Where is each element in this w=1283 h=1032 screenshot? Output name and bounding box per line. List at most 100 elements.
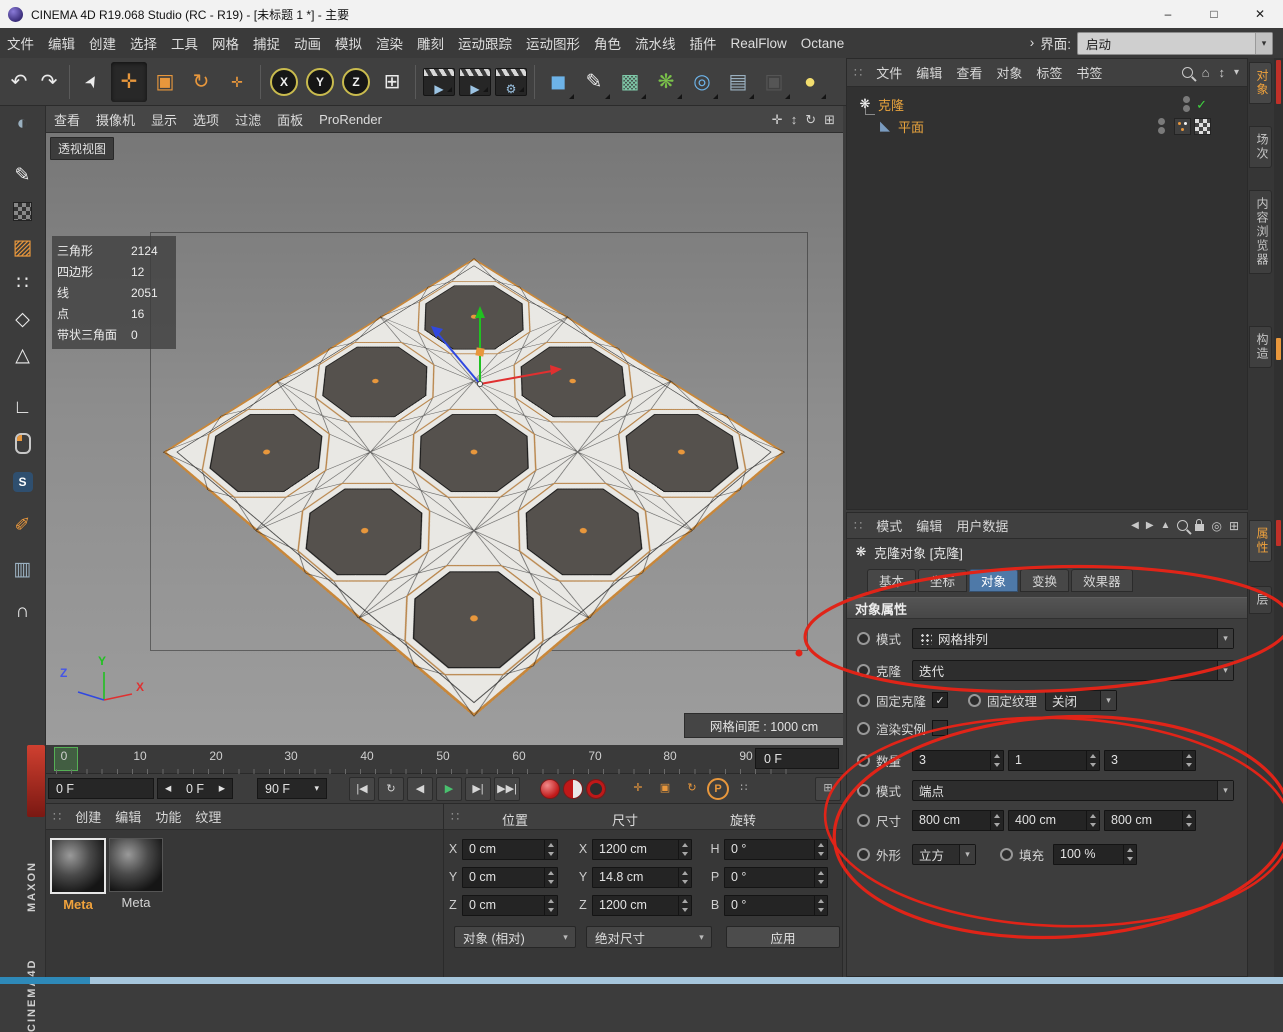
om-menu-tags[interactable]: 标签 xyxy=(1029,63,1069,82)
y-axis-lock-button[interactable]: Y xyxy=(302,62,338,102)
view-label[interactable]: 透视视图 xyxy=(50,137,114,160)
lock-icon[interactable] xyxy=(1195,524,1204,531)
visibility-toggles[interactable] xyxy=(1158,118,1165,134)
tab-objects[interactable]: 对象 xyxy=(1249,62,1272,104)
vp-menu-panel[interactable]: 面板 xyxy=(269,110,311,129)
play-button[interactable]: ▶ xyxy=(436,777,462,801)
move-gizmo[interactable] xyxy=(416,272,576,412)
z-axis-lock-button[interactable]: Z xyxy=(338,62,374,102)
object-name[interactable]: 平面 xyxy=(898,117,924,136)
points-mode-button[interactable]: ∷ xyxy=(4,268,41,299)
live-selection-button[interactable]: ➤ xyxy=(75,62,111,102)
maximize-button[interactable]: □ xyxy=(1191,1,1237,28)
array-size-y-field[interactable]: 400 cm xyxy=(1008,810,1100,831)
snap-button[interactable]: S xyxy=(4,466,41,497)
anim-dot-icon[interactable] xyxy=(857,722,870,735)
material-thumbnail[interactable] xyxy=(109,838,163,892)
paint-button[interactable]: ✐ xyxy=(4,510,41,541)
menu-pipeline[interactable]: 流水线 xyxy=(628,33,683,53)
loop-button[interactable]: ↻ xyxy=(378,777,404,801)
anim-dot-icon[interactable] xyxy=(857,848,870,861)
mode-select[interactable]: 网格排列 ▾ xyxy=(912,628,1234,649)
anim-dot-icon[interactable] xyxy=(857,632,870,645)
key-scale-button[interactable]: ▣ xyxy=(653,778,677,800)
x-axis-lock-button[interactable]: X xyxy=(266,62,302,102)
viewport-nav-button[interactable] xyxy=(4,428,41,459)
tab-layers[interactable]: 层 xyxy=(1249,586,1272,614)
zoom-view-icon[interactable]: ↕ xyxy=(791,113,798,126)
record-keyframe-button[interactable] xyxy=(540,779,560,799)
am-menu-mode[interactable]: 模式 xyxy=(869,516,909,535)
menu-octane[interactable]: Octane xyxy=(794,36,852,51)
search-icon[interactable] xyxy=(1177,520,1188,531)
rotation-b-field[interactable]: 0 ° xyxy=(724,895,828,916)
form-select[interactable]: 立方 ▾ xyxy=(912,844,976,865)
menu-animate[interactable]: 动画 xyxy=(287,33,328,53)
array-size-z-field[interactable]: 800 cm xyxy=(1104,810,1196,831)
anim-dot-icon[interactable] xyxy=(857,664,870,677)
add-mograph-button[interactable]: ❋ xyxy=(648,62,684,102)
enabled-check-icon[interactable]: ✓ xyxy=(1196,98,1207,111)
phong-tag-icon[interactable] xyxy=(1174,118,1191,135)
menu-select[interactable]: 选择 xyxy=(123,33,164,53)
material-item[interactable]: Meta xyxy=(108,838,164,910)
om-menu-file[interactable]: 文件 xyxy=(869,63,909,82)
position-y-field[interactable]: 0 cm xyxy=(462,867,558,888)
coordinate-system-button[interactable]: ⊞ xyxy=(374,62,410,102)
count-x-field[interactable]: 3 xyxy=(912,750,1004,771)
menu-sculpt[interactable]: 雕刻 xyxy=(410,33,451,53)
edges-mode-button[interactable]: ◇ xyxy=(4,304,41,335)
menu-simulate[interactable]: 模拟 xyxy=(328,33,369,53)
tab-coord[interactable]: 坐标 xyxy=(918,569,967,592)
menu-character[interactable]: 角色 xyxy=(587,33,628,53)
tab-attributes[interactable]: 属性 xyxy=(1249,520,1272,562)
anim-dot-icon[interactable] xyxy=(857,784,870,797)
render-instance-checkbox[interactable] xyxy=(932,720,948,736)
menu-tools[interactable]: 工具 xyxy=(164,33,205,53)
material-thumbnail[interactable] xyxy=(50,838,106,894)
array-size-x-field[interactable]: 800 cm xyxy=(912,810,1004,831)
overflow-chevron-icon[interactable]: › xyxy=(1030,36,1035,50)
anim-dot-icon[interactable] xyxy=(857,694,870,707)
move-tool-button[interactable]: ✛ xyxy=(111,62,147,102)
menu-mograph[interactable]: 运动图形 xyxy=(519,33,587,53)
key-position-button[interactable]: ✛ xyxy=(626,778,650,800)
menu-edit[interactable]: 编辑 xyxy=(41,33,82,53)
menu-create[interactable]: 创建 xyxy=(82,33,123,53)
maximize-view-icon[interactable]: ⊞ xyxy=(824,113,835,126)
search-icon[interactable] xyxy=(1182,67,1193,78)
workplane-button[interactable]: ∟ xyxy=(4,392,41,423)
mat-menu-texture[interactable]: 纹理 xyxy=(188,807,228,826)
menu-motion-tracker[interactable]: 运动跟踪 xyxy=(451,33,519,53)
position-x-field[interactable]: 0 cm xyxy=(462,839,558,860)
render-picture-viewer-button[interactable]: ▶ xyxy=(457,62,493,102)
undo-button[interactable]: ↶ xyxy=(4,62,34,102)
scale-tool-button[interactable]: ▣ xyxy=(147,62,183,102)
tab-effectors[interactable]: 效果器 xyxy=(1071,569,1133,592)
texture-tag-icon[interactable] xyxy=(1194,118,1211,135)
vp-menu-cameras[interactable]: 摄像机 xyxy=(88,110,143,129)
om-menu-objects[interactable]: 对象 xyxy=(989,63,1029,82)
anim-dot-icon[interactable] xyxy=(857,814,870,827)
add-primitive-button[interactable]: ◼ xyxy=(540,62,576,102)
autokey-button[interactable] xyxy=(563,779,583,799)
am-menu-userdata[interactable]: 用户数据 xyxy=(949,516,1015,535)
target-icon[interactable]: ◎ xyxy=(1211,520,1221,532)
anim-dot-icon[interactable] xyxy=(857,754,870,767)
fix-clone-checkbox[interactable]: ✓ xyxy=(932,692,948,708)
new-panel-icon[interactable]: ⊞ xyxy=(1229,520,1239,532)
layout-button[interactable]: ▥ xyxy=(4,554,41,585)
vp-menu-options[interactable]: 选项 xyxy=(185,110,227,129)
rotate-tool-button[interactable]: ↻ xyxy=(183,62,219,102)
render-settings-button[interactable]: ⚙ xyxy=(493,62,529,102)
key-pla-button[interactable]: ∷ xyxy=(732,778,756,800)
orbit-view-icon[interactable]: ↻ xyxy=(805,113,816,126)
minimize-button[interactable]: – xyxy=(1145,1,1191,28)
size-y-field[interactable]: 14.8 cm xyxy=(592,867,692,888)
count-y-field[interactable]: 1 xyxy=(1008,750,1100,771)
add-camera-button[interactable]: ▣ xyxy=(756,62,792,102)
anim-dot-icon[interactable] xyxy=(968,694,981,707)
key-parameter-button[interactable]: P xyxy=(707,778,729,800)
tab-object[interactable]: 对象 xyxy=(969,569,1018,592)
last-tool-button[interactable]: ✛ xyxy=(219,62,255,102)
